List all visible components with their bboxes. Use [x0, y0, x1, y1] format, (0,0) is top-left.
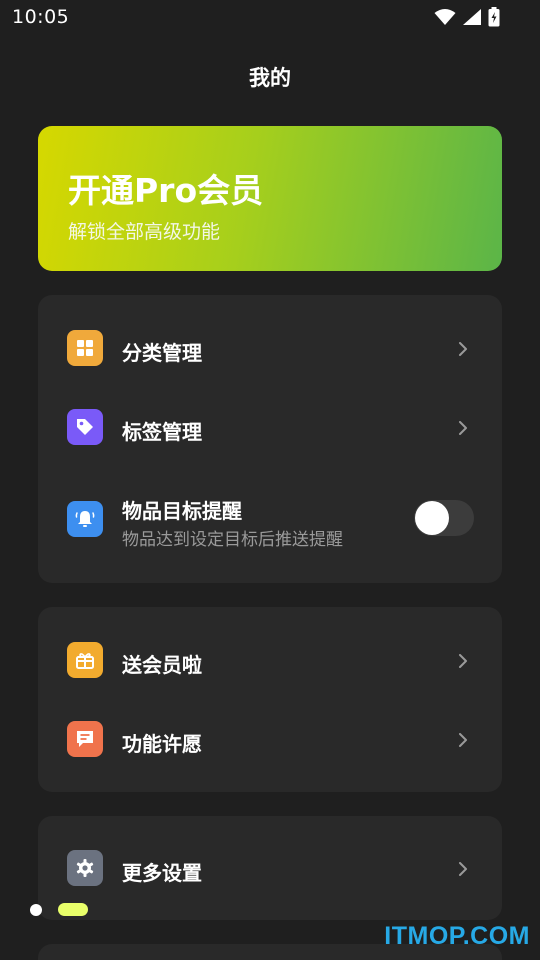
tag-icon [67, 409, 103, 445]
toggle-knob [415, 501, 449, 535]
menu-item-feature-wish[interactable]: 功能许愿 [38, 711, 502, 771]
settings-card-more: 更多设置 [38, 816, 502, 920]
chevron-right-icon [459, 733, 467, 747]
page-indicator [30, 903, 90, 917]
gear-icon [67, 850, 103, 886]
message-icon [67, 721, 103, 757]
page-dot[interactable] [30, 904, 42, 916]
menu-item-gift-membership[interactable]: 送会员啦 [38, 632, 502, 692]
menu-item-target-reminder: 物品目标提醒 物品达到设定目标后推送提醒 [38, 485, 502, 550]
status-time: 10:05 [12, 6, 70, 28]
menu-item-more-settings[interactable]: 更多设置 [38, 838, 502, 898]
battery-icon [488, 7, 500, 27]
status-icons [434, 7, 500, 27]
wifi-icon [434, 9, 456, 25]
chevron-right-icon [459, 342, 467, 356]
status-bar: 10:05 [0, 0, 540, 36]
settings-card-community: 送会员啦 功能许愿 [38, 607, 502, 792]
grid-icon [67, 330, 103, 366]
menu-item-category-management[interactable]: 分类管理 [38, 320, 502, 380]
chevron-right-icon [459, 862, 467, 876]
target-reminder-toggle[interactable] [414, 500, 474, 536]
watermark-logo: ITMOP.COM [384, 922, 530, 950]
page-title: 我的 [249, 66, 291, 90]
menu-item-description: 物品达到设定目标后推送提醒 [122, 530, 343, 550]
chevron-right-icon [459, 421, 467, 435]
menu-item-label: 功能许愿 [122, 732, 202, 756]
bell-icon [67, 501, 103, 537]
menu-item-label: 送会员啦 [122, 653, 202, 677]
menu-item-label: 标签管理 [122, 420, 202, 444]
menu-item-label: 分类管理 [122, 341, 202, 365]
settings-card-management: 分类管理 标签管理 物品目标提醒 物品达到设定目标后推送提醒 [38, 295, 502, 583]
pro-banner-subtitle: 解锁全部高级功能 [68, 221, 221, 243]
pro-banner-title: 开通Pro会员 [68, 171, 264, 210]
menu-item-label: 更多设置 [122, 861, 202, 885]
menu-item-label: 物品目标提醒 [122, 499, 242, 523]
pro-membership-banner[interactable]: 开通Pro会员 解锁全部高级功能 [38, 126, 502, 271]
page-dot-active[interactable] [58, 903, 88, 916]
menu-item-tag-management[interactable]: 标签管理 [38, 399, 502, 459]
chevron-right-icon [459, 654, 467, 668]
signal-icon [463, 9, 481, 25]
gift-icon [67, 642, 103, 678]
